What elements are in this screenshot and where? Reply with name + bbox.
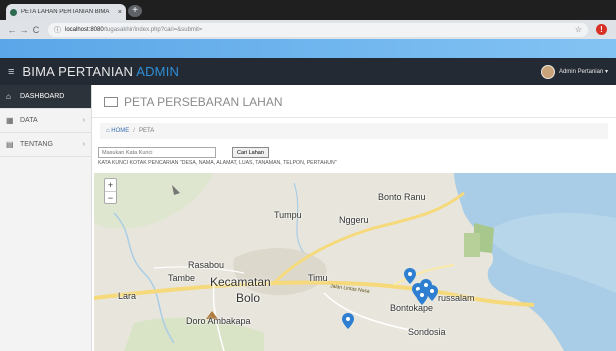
site-info-icon[interactable]: ⓘ: [54, 25, 61, 35]
browser-tab[interactable]: PETA LAHAN PERTANIAN BIMA ×: [6, 4, 126, 20]
zoom-out-button[interactable]: −: [105, 191, 116, 203]
breadcrumb-separator: /: [133, 128, 135, 134]
reload-icon[interactable]: C: [30, 25, 42, 35]
sidebar: ⌂ DASHBOARD ▦ DATA › ▤ TENTANG ›: [0, 85, 92, 351]
app-navbar: ≡ BIMA PERTANIAN ADMIN Admin Pertanian ▾: [0, 58, 616, 85]
extension-icon[interactable]: !: [596, 24, 607, 35]
user-name: Admin Pertanian ▾: [558, 69, 608, 75]
place-label: russalam: [438, 293, 475, 303]
page-title-text: PETA PERSEBARAN LAHAN: [124, 95, 283, 109]
user-menu[interactable]: Admin Pertanian ▾: [540, 64, 608, 79]
green-field: [464, 233, 480, 257]
map[interactable]: + − Bonto Ranu Tumpu Nggeru Rasabou Tamb…: [94, 173, 616, 351]
table-icon: ▦: [6, 116, 14, 125]
forward-icon[interactable]: →: [18, 25, 30, 35]
place-label: Lara: [118, 291, 137, 301]
divider: [92, 117, 616, 118]
map-marker-icon[interactable]: [404, 268, 416, 284]
zoom-control: + −: [104, 178, 117, 204]
place-label: Tambe: [168, 273, 196, 283]
brand-accent: ADMIN: [136, 64, 180, 79]
breadcrumb: ⌂ HOME / PETA: [100, 123, 608, 139]
avatar: [540, 64, 555, 79]
map-tiles: [94, 173, 616, 351]
list-icon: ▤: [6, 140, 14, 149]
place-label: Tumpu: [274, 210, 302, 220]
chevron-right-icon: ›: [82, 141, 85, 148]
brand-logo[interactable]: BIMA PERTANIAN ADMIN: [22, 64, 179, 79]
new-tab-button[interactable]: +: [128, 5, 142, 17]
place-label: Rasabou: [188, 260, 225, 270]
page-title: PETA PERSEBARAN LAHAN: [104, 95, 283, 109]
search-form: Cari Lahan: [98, 147, 269, 158]
place-label: Nggeru: [339, 215, 369, 225]
place-label: Doro Ambakapa: [186, 316, 251, 326]
back-icon[interactable]: ←: [6, 25, 18, 35]
menu-icon[interactable]: ≡: [8, 66, 14, 78]
place-label: Sondosia: [408, 327, 446, 337]
place-label: Bolo: [236, 291, 261, 305]
sidebar-item-tentang[interactable]: ▤ TENTANG ›: [0, 133, 91, 157]
address-bar: ← → C ⓘ localhost:8080 /tugasakhir/index…: [0, 20, 616, 39]
sidebar-item-dashboard[interactable]: ⌂ DASHBOARD: [0, 85, 91, 109]
map-marker-icon[interactable]: [342, 313, 354, 329]
place-label: Timu: [308, 273, 328, 283]
tab-title: PETA LAHAN PERTANIAN BIMA: [21, 9, 110, 15]
search-input[interactable]: [98, 147, 216, 158]
favicon-icon: [10, 8, 17, 16]
dashboard-icon: ⌂: [6, 92, 11, 101]
url-field[interactable]: ⓘ localhost:8080 /tugasakhir/index.php?c…: [48, 22, 588, 37]
map-marker-icon[interactable]: [416, 289, 428, 305]
url-path: /tugasakhir/index.php?cari=&submit=: [103, 26, 203, 33]
monitor-icon: [104, 97, 118, 107]
sidebar-item-label: TENTANG: [20, 141, 53, 148]
brand-main: BIMA PERTANIAN: [22, 64, 134, 79]
place-label: Bonto Ranu: [378, 192, 426, 202]
breadcrumb-current: PETA: [138, 128, 155, 134]
sidebar-item-label: DATA: [20, 117, 38, 124]
chevron-right-icon: ›: [82, 117, 85, 124]
sidebar-item-label: DASHBOARD: [20, 93, 65, 100]
sidebar-item-data[interactable]: ▦ DATA ›: [0, 109, 91, 133]
search-button[interactable]: Cari Lahan: [232, 147, 269, 158]
main-content: PETA PERSEBARAN LAHAN ⌂ HOME / PETA Cari…: [92, 85, 616, 351]
place-label: Kecamatan: [210, 275, 271, 289]
browser-tab-bar: PETA LAHAN PERTANIAN BIMA × +: [0, 0, 616, 20]
zoom-in-button[interactable]: +: [105, 179, 116, 191]
header-strip: [0, 39, 616, 58]
url-host: localhost:8080: [65, 26, 104, 33]
tab-close-icon[interactable]: ×: [118, 9, 122, 16]
breadcrumb-home[interactable]: HOME: [111, 128, 129, 134]
search-hint: KATA KUNCI KOTAK PENCARIAN "DESA, NAMA, …: [98, 160, 337, 166]
bookmark-star-icon[interactable]: ☆: [575, 25, 582, 34]
